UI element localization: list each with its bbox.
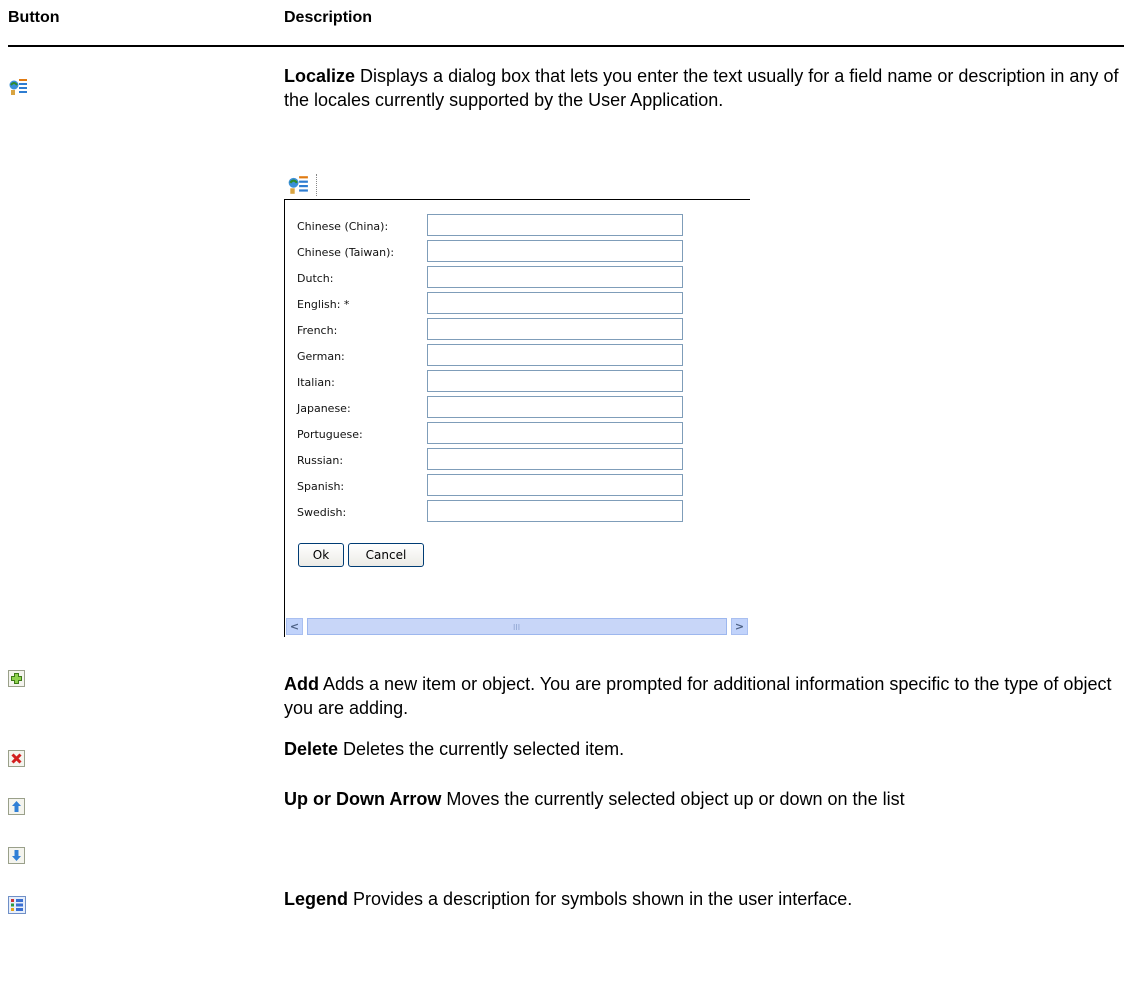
locale-input-italian[interactable] <box>427 370 683 392</box>
locale-label: Italian: <box>297 376 335 389</box>
locale-input-french[interactable] <box>427 318 683 340</box>
locale-input-japanese[interactable] <box>427 396 683 418</box>
locale-input-swedish[interactable] <box>427 500 683 522</box>
locale-label: Japanese: <box>297 402 351 415</box>
scroll-thumb[interactable]: III <box>307 618 727 635</box>
localize-text: Displays a dialog box that lets you ente… <box>284 66 1119 110</box>
column-header-description: Description <box>284 9 373 26</box>
legend-title: Legend <box>284 889 349 909</box>
locale-label: Russian: <box>297 454 344 467</box>
locale-input-dutch[interactable] <box>427 266 683 288</box>
locale-input-chinese-taiwan[interactable] <box>427 240 683 262</box>
scroll-right-button[interactable]: > <box>731 618 748 635</box>
dialog-frame <box>284 199 750 637</box>
locale-input-english[interactable] <box>427 292 683 314</box>
locale-label: French: <box>297 324 338 337</box>
add-text: Adds a new item or object. You are promp… <box>284 674 1112 718</box>
delete-title: Delete <box>284 739 339 759</box>
localize-icon <box>8 77 28 102</box>
localize-description: Localize Displays a dialog box that lets… <box>284 64 1124 112</box>
legend-text: Provides a description for symbols shown… <box>348 889 853 909</box>
locale-input-german[interactable] <box>427 344 683 366</box>
horizontal-scrollbar[interactable]: < III > <box>286 618 750 635</box>
add-icon <box>8 670 25 692</box>
header-rule <box>8 45 1124 47</box>
locale-input-portuguese[interactable] <box>427 422 683 444</box>
toolbar-separator <box>316 174 318 196</box>
locale-label: Chinese (China): <box>297 220 389 233</box>
locale-label: Swedish: <box>297 506 347 519</box>
delete-description: Delete Deletes the currently selected it… <box>284 737 1124 761</box>
cancel-button[interactable]: Cancel <box>348 543 424 567</box>
scroll-grip: III <box>513 623 521 632</box>
localize-title: Localize <box>284 66 356 86</box>
localize-toolbar-icon[interactable] <box>286 174 310 200</box>
locale-label: German: <box>297 350 345 363</box>
column-header-button: Button <box>8 9 60 26</box>
legend-icon <box>8 896 26 919</box>
locale-input-russian[interactable] <box>427 448 683 470</box>
delete-text: Deletes the currently selected item. <box>338 739 625 759</box>
up-arrow-icon <box>8 798 25 820</box>
locale-label: English: * <box>297 298 350 311</box>
locale-label: Spanish: <box>297 480 345 493</box>
ok-button[interactable]: Ok <box>298 543 344 567</box>
locale-label: Dutch: <box>297 272 334 285</box>
delete-icon <box>8 750 25 772</box>
arrow-description: Up or Down Arrow Moves the currently sel… <box>284 787 1124 811</box>
down-arrow-icon <box>8 847 25 869</box>
locale-input-spanish[interactable] <box>427 474 683 496</box>
legend-description: Legend Provides a description for symbol… <box>284 887 1124 911</box>
arrow-text: Moves the currently selected object up o… <box>441 789 905 809</box>
localize-dialog: Chinese (China): Chinese (Taiwan): Dutch… <box>284 172 754 638</box>
add-description: Add Adds a new item or object. You are p… <box>284 672 1124 720</box>
add-title: Add <box>284 674 319 694</box>
locale-input-chinese-china[interactable] <box>427 214 683 236</box>
scroll-left-button[interactable]: < <box>286 618 303 635</box>
locale-label: Portuguese: <box>297 428 363 441</box>
locale-label: Chinese (Taiwan): <box>297 246 395 259</box>
arrow-title: Up or Down Arrow <box>284 789 442 809</box>
